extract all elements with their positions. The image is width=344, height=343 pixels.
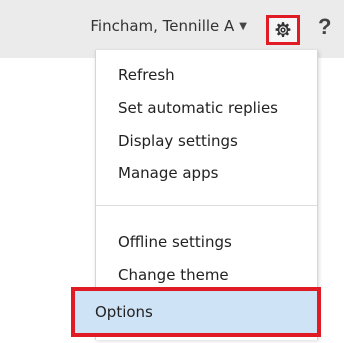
menu-item-options[interactable]: Options xyxy=(71,287,321,337)
menu-separator xyxy=(96,205,317,206)
menu-item-offline-settings[interactable]: Offline settings xyxy=(96,226,317,258)
settings-button[interactable] xyxy=(266,15,300,45)
menu-item-refresh[interactable]: Refresh xyxy=(96,59,317,91)
chevron-down-icon: ▼ xyxy=(239,21,247,32)
gear-icon xyxy=(275,22,291,37)
menu-item-options-label: Options xyxy=(95,303,153,321)
user-name: Fincham, Tennille A xyxy=(90,17,235,35)
menu-item-set-automatic-replies[interactable]: Set automatic replies xyxy=(96,92,317,124)
help-icon[interactable]: ? xyxy=(318,14,331,40)
menu-item-manage-apps[interactable]: Manage apps xyxy=(96,157,317,189)
menu-item-display-settings[interactable]: Display settings xyxy=(96,125,317,157)
user-account-menu[interactable]: Fincham, Tennille A ▼ xyxy=(90,17,247,35)
